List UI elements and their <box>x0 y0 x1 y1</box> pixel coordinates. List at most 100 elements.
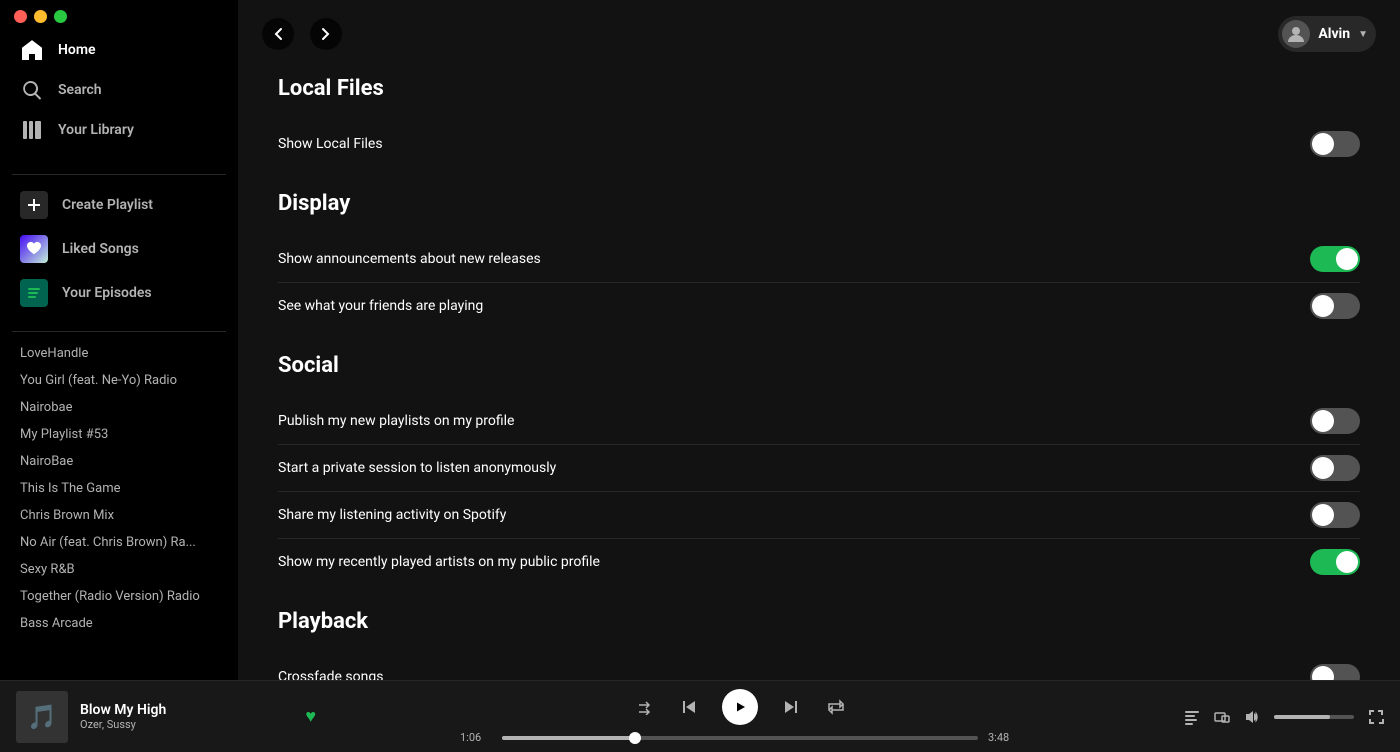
sidebar-item-search[interactable]: Search <box>8 70 230 110</box>
settings-row: Crossfade songs <box>278 654 1360 680</box>
search-icon <box>20 78 44 102</box>
section-title-display: Display <box>278 191 1360 216</box>
back-button[interactable] <box>262 18 294 50</box>
toggle-knob <box>1336 248 1358 270</box>
now-playing-bar: 🎵 Blow My High Ozer, Sussy ♥ <box>0 680 1400 752</box>
library-icon <box>20 118 44 142</box>
liked-songs-item[interactable]: Liked Songs <box>8 227 230 271</box>
shuffle-button[interactable] <box>632 695 656 719</box>
settings-row: Start a private session to listen anonym… <box>278 445 1360 492</box>
now-playing-left: 🎵 Blow My High Ozer, Sussy ♥ <box>16 691 316 743</box>
maximize-button[interactable] <box>54 10 67 23</box>
settings-label: Show my recently played artists on my pu… <box>278 554 1310 570</box>
forward-button[interactable] <box>310 18 342 50</box>
show-local-files-toggle[interactable] <box>1310 131 1360 157</box>
devices-icon[interactable] <box>1214 709 1230 725</box>
toggle-knob <box>1312 504 1334 526</box>
list-item[interactable]: No Air (feat. Chris Brown) Ra... <box>8 529 230 556</box>
list-item[interactable]: Chris Brown Mix <box>8 502 230 529</box>
settings-label: Show Local Files <box>278 136 1310 152</box>
list-item[interactable]: You Girl (feat. Ne-Yo) Radio <box>8 367 230 394</box>
friends-playing-toggle[interactable] <box>1310 293 1360 319</box>
user-name: Alvin <box>1318 26 1350 42</box>
list-item[interactable]: Together (Radio Version) Radio <box>8 583 230 610</box>
list-item[interactable]: Sexy R&B <box>8 556 230 583</box>
sidebar-item-library[interactable]: Your Library <box>8 110 230 150</box>
settings-section-playback: Playback Crossfade songs Automix - Allow… <box>278 609 1360 680</box>
sidebar: Home Search Your Library <box>0 0 238 680</box>
player-controls <box>632 689 848 725</box>
list-item[interactable]: Nairobae <box>8 394 230 421</box>
progress-track[interactable] <box>502 736 978 740</box>
previous-button[interactable] <box>676 694 702 720</box>
show-announcements-toggle[interactable] <box>1310 246 1360 272</box>
private-session-toggle[interactable] <box>1310 455 1360 481</box>
list-item[interactable]: NairoBae <box>8 448 230 475</box>
track-artist: Ozer, Sussy <box>80 718 293 731</box>
crossfade-toggle[interactable] <box>1310 664 1360 680</box>
settings-label: Start a private session to listen anonym… <box>278 460 1310 476</box>
close-button[interactable] <box>14 10 27 23</box>
episodes-icon <box>20 279 48 307</box>
playlist-list: LoveHandle You Girl (feat. Ne-Yo) Radio … <box>0 340 238 680</box>
publish-playlists-toggle[interactable] <box>1310 408 1360 434</box>
list-item[interactable]: This Is The Game <box>8 475 230 502</box>
queue-icon[interactable] <box>1184 709 1200 725</box>
settings-label: Crossfade songs <box>278 669 1310 680</box>
sidebar-nav: Home Search Your Library <box>0 30 238 150</box>
settings-content: Local Files Show Local Files Display Sho… <box>238 60 1400 680</box>
settings-section-social: Social Publish my new playlists on my pr… <box>278 353 1360 585</box>
user-menu[interactable]: Alvin ▼ <box>1278 16 1376 52</box>
avatar <box>1282 20 1310 48</box>
volume-fill <box>1274 715 1330 719</box>
album-art: 🎵 <box>16 691 68 743</box>
settings-label: Publish my new playlists on my profile <box>278 413 1310 429</box>
volume-icon[interactable] <box>1244 709 1260 725</box>
settings-row: Publish my new playlists on my profile <box>278 398 1360 445</box>
create-playlist-item[interactable]: Create Playlist <box>8 183 230 227</box>
list-item[interactable]: Bass Arcade <box>8 610 230 637</box>
next-button[interactable] <box>778 694 804 720</box>
minimize-button[interactable] <box>34 10 47 23</box>
toggle-knob <box>1312 457 1334 479</box>
section-title-social: Social <box>278 353 1360 378</box>
settings-row: Show announcements about new releases <box>278 236 1360 283</box>
topbar: Alvin ▼ <box>238 0 1400 60</box>
current-time: 1:06 <box>460 731 492 744</box>
track-name: Blow My High <box>80 702 293 718</box>
toggle-knob <box>1312 666 1334 680</box>
toggle-knob <box>1312 295 1334 317</box>
toggle-knob <box>1312 133 1334 155</box>
toggle-knob <box>1336 551 1358 573</box>
repeat-button[interactable] <box>824 695 848 719</box>
progress-bar-container: 1:06 3:48 <box>460 731 1020 744</box>
app-container: Home Search Your Library <box>0 0 1400 680</box>
heart-gradient-icon <box>20 235 48 263</box>
play-pause-button[interactable] <box>722 689 758 725</box>
like-button[interactable]: ♥ <box>305 706 316 727</box>
fullscreen-icon[interactable] <box>1368 709 1384 725</box>
your-episodes-item[interactable]: Your Episodes <box>8 271 230 315</box>
plus-icon <box>20 191 48 219</box>
now-playing-right <box>1164 709 1384 725</box>
section-title-local-files: Local Files <box>278 76 1360 101</box>
settings-label: Share my listening activity on Spotify <box>278 507 1310 523</box>
sidebar-item-home[interactable]: Home <box>8 30 230 70</box>
main-content: Alvin ▼ Local Files Show Local Files Dis… <box>238 0 1400 680</box>
traffic-lights <box>14 10 67 23</box>
settings-label: See what your friends are playing <box>278 298 1310 314</box>
progress-fill <box>502 736 635 740</box>
list-item[interactable]: LoveHandle <box>8 340 230 367</box>
sidebar-divider-1 <box>12 174 226 175</box>
nav-arrows <box>262 18 342 50</box>
track-info: Blow My High Ozer, Sussy <box>80 702 293 731</box>
home-icon <box>20 38 44 62</box>
list-item[interactable]: My Playlist #53 <box>8 421 230 448</box>
volume-track[interactable] <box>1274 715 1354 719</box>
now-playing-center: 1:06 3:48 <box>316 689 1164 744</box>
share-activity-toggle[interactable] <box>1310 502 1360 528</box>
settings-row: Show Local Files <box>278 121 1360 167</box>
settings-label: Show announcements about new releases <box>278 251 1310 267</box>
settings-row: Share my listening activity on Spotify <box>278 492 1360 539</box>
recently-played-toggle[interactable] <box>1310 549 1360 575</box>
